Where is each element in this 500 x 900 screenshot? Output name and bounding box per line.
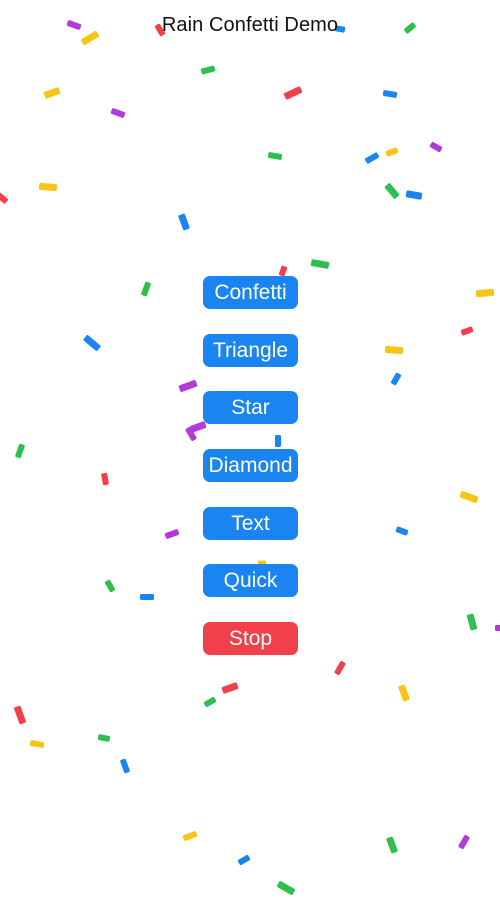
confetti-piece [14, 705, 26, 725]
confetti-piece [178, 213, 190, 231]
confetti-piece [120, 758, 130, 774]
confetti-piece [283, 86, 303, 100]
confetti-piece [460, 326, 474, 336]
confetti-piece [267, 152, 283, 160]
confetti-piece [475, 288, 495, 298]
confetti-piece [164, 529, 180, 539]
confetti-piece [334, 660, 346, 676]
stop-button[interactable]: Stop [203, 622, 298, 656]
confetti-piece [429, 141, 443, 153]
confetti-piece [15, 443, 25, 459]
confetti-piece [200, 65, 216, 75]
confetti-piece [221, 682, 239, 694]
confetti-piece [141, 281, 151, 297]
confetti-piece [101, 472, 109, 486]
confetti-piece [382, 90, 398, 98]
confetti-piece [29, 740, 45, 748]
text-button[interactable]: Text [203, 506, 298, 540]
confetti-piece [0, 192, 8, 204]
confetti-piece [97, 734, 111, 742]
diamond-button[interactable]: Diamond [203, 449, 298, 483]
confetti-piece [390, 372, 402, 386]
confetti-piece [83, 335, 101, 351]
confetti-piece [386, 836, 398, 854]
confetti-piece [459, 491, 479, 503]
confetti-piece [38, 182, 58, 192]
confetti-piece [278, 265, 288, 277]
confetti-piece [203, 696, 217, 708]
page-title: Rain Confetti Demo [161, 14, 339, 36]
confetti-piece [182, 831, 198, 841]
confetti-piece [405, 190, 423, 200]
confetti-button[interactable]: Confetti [203, 276, 298, 309]
app-screen: Rain Confetti Demo Confetti Triangle Sta… [0, 0, 500, 900]
confetti-piece [398, 684, 410, 702]
confetti-piece [110, 108, 126, 118]
confetti-piece [495, 625, 500, 631]
star-button[interactable]: Star [203, 391, 298, 425]
triangle-button[interactable]: Triangle [203, 333, 298, 367]
quick-button[interactable]: Quick [203, 564, 298, 598]
button-stack: Confetti Triangle Star Diamond Text Quic… [203, 276, 298, 680]
confetti-piece [458, 834, 470, 850]
confetti-piece [395, 526, 409, 536]
confetti-piece [384, 345, 404, 355]
confetti-piece [178, 380, 198, 392]
confetti-piece [385, 147, 399, 157]
confetti-piece [140, 594, 154, 600]
confetti-piece [364, 152, 380, 164]
confetti-piece [310, 259, 330, 269]
confetti-piece [277, 881, 295, 895]
confetti-piece [43, 87, 61, 99]
confetti-piece [104, 579, 116, 593]
confetti-piece [466, 613, 478, 631]
confetti-piece [237, 854, 251, 866]
confetti-piece [384, 183, 400, 199]
